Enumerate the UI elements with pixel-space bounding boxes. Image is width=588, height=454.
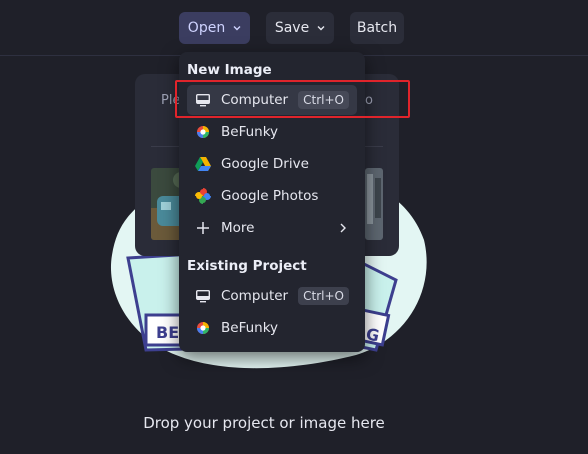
sign-left-text: BE [156,323,179,342]
menu-item-more[interactable]: More [187,213,357,243]
menu-item-label: Computer [221,288,289,304]
top-toolbar: Open Save Batch [0,0,588,56]
open-button-label: Open [187,20,226,36]
menu-item-google-photos[interactable]: Google Photos [187,181,357,211]
chevron-down-icon [233,26,241,31]
open-button[interactable]: Open [179,12,250,44]
new-image-heading: New Image [187,62,272,78]
batch-button-label: Batch [356,20,398,36]
batch-button[interactable]: Batch [350,12,404,44]
menu-item-label: Google Drive [221,156,309,172]
shortcut-badge: Ctrl+O [298,287,349,305]
monitor-icon [195,288,211,304]
befunky-icon [195,124,211,140]
menu-item-existing-computer[interactable]: Computer Ctrl+O [187,281,357,311]
menu-item-label: More [221,220,255,236]
chevron-down-icon [317,26,325,31]
google-drive-icon [195,156,211,172]
highlight-box [175,80,410,118]
menu-item-existing-befunky[interactable]: BeFunky [187,313,357,343]
menu-item-label: BeFunky [221,320,279,336]
save-button[interactable]: Save [266,12,334,44]
chevron-right-icon [340,223,346,233]
menu-item-google-drive[interactable]: Google Drive [187,149,357,179]
drop-hint-text: Drop your project or image here [143,414,385,432]
menu-item-label: BeFunky [221,124,279,140]
google-photos-icon [195,188,211,204]
plus-icon [195,220,211,236]
photo-thumbnail-right[interactable] [365,168,383,240]
existing-project-heading: Existing Project [187,258,307,274]
menu-item-befunky[interactable]: BeFunky [187,117,357,147]
menu-item-label: Google Photos [221,188,319,204]
befunky-icon [195,320,211,336]
save-button-label: Save [274,20,310,36]
